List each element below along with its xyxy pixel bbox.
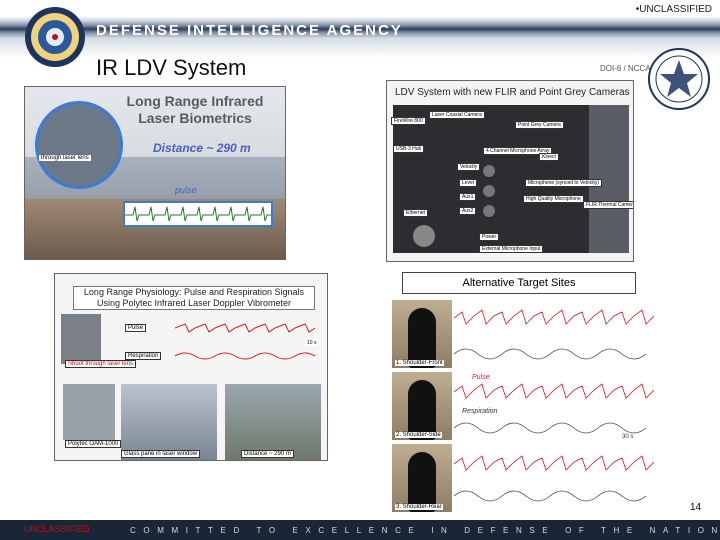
label-point-grey: Point Grey Camera — [515, 121, 564, 129]
label-power: Power — [479, 233, 500, 241]
photo-long-range-biometrics: Long Range Infrared Laser Biometrics Dis… — [24, 86, 286, 260]
agency-seal-icon — [25, 7, 85, 67]
polytec-device — [63, 384, 115, 440]
pulse-trace-c — [175, 323, 315, 333]
page-number: 14 — [690, 502, 702, 513]
pulse-waveform — [123, 201, 273, 227]
label-distance-c: Distance ~ 290 m — [241, 450, 294, 458]
label-hq-mic: High Quality Microphone — [523, 195, 584, 203]
label-glass: Glass pane in laser window — [121, 450, 201, 458]
label-pulse-d: Pulse — [472, 374, 490, 381]
figure-silhouette — [408, 308, 436, 368]
agency-name: DEFENSE INTELLIGENCE AGENCY — [96, 22, 403, 39]
photo-b-title: LDV System with new FLIR and Point Grey … — [395, 87, 630, 98]
alt-targets-title-box: Alternative Target Sites — [402, 272, 636, 294]
power-connector — [413, 225, 435, 247]
classification-marking-bottom: UNCLASSIFIED — [24, 524, 90, 534]
label-flir: FLIR Thermal Camera — [583, 201, 633, 209]
alt-target-signals — [454, 309, 654, 502]
label-laser-coaxial: Laser Coaxial Camera — [429, 111, 485, 119]
label-aux1: Aux1 — [459, 193, 477, 201]
classification-marking-top: •UNCLASSIFIED — [635, 4, 712, 15]
laser-lens-inset — [35, 101, 123, 189]
label-respiration-c: Respiration — [125, 352, 162, 360]
label-aux2: Aux2 — [459, 207, 477, 215]
alt-targets-title: Alternative Target Sites — [462, 277, 576, 289]
knob-level — [483, 185, 495, 197]
respiration-trace-c — [175, 352, 315, 360]
label-ethernet: Ethernet — [403, 209, 428, 217]
subject-photo — [61, 314, 101, 364]
label-kinect: Kinect — [539, 153, 559, 161]
label-fig3: 3. Shoulder-Rear — [395, 504, 443, 510]
photo-a-title: Long Range Infrared Laser Biometrics — [126, 93, 264, 126]
target-figure-side: 2. Shoulder-Side — [392, 372, 452, 440]
target-figure-rear: 3. Shoulder-Rear — [392, 444, 452, 512]
label-microphone-sync: Microphone (synced to Velocity) — [525, 179, 602, 187]
photo-alternative-targets: 1. Shoulder-Front 2. Shoulder-Side 3. Sh… — [392, 296, 656, 518]
photo-c-title: Long Range Physiology: Pulse and Respira… — [73, 286, 315, 310]
knob-aux1 — [483, 205, 495, 217]
pulse-label: pulse — [175, 185, 197, 195]
label-fig2: 2. Shoulder-Side — [395, 432, 442, 438]
photo-a-distance: Distance ~ 290 m — [153, 141, 251, 155]
label-level: Level — [459, 179, 477, 187]
photo-ldv-system: LDV System with new FLIR and Point Grey … — [386, 80, 634, 262]
label-velocity: Velocity — [457, 163, 481, 171]
footer-motto: COMMITTED TO EXCELLENCE IN DEFENSE OF TH… — [130, 526, 720, 535]
dept-seal-icon — [648, 48, 710, 110]
target-figure-front: 1. Shoulder-Front — [392, 300, 452, 368]
knob-velocity — [483, 165, 495, 177]
slide-title: IR LDV System — [96, 55, 247, 80]
label-scale-c: 10 s — [305, 340, 319, 346]
pulse-waveform-trace — [125, 206, 271, 222]
label-shoot-through: Shoot through laser lens — [65, 360, 137, 368]
photo-long-range-physiology: Long Range Physiology: Pulse and Respira… — [54, 273, 328, 461]
label-ext-mic: External Microphone Input — [479, 245, 544, 253]
label-firewire: FireWire 800 — [391, 117, 426, 125]
document-code: DOI-6 / NCCA — [600, 64, 651, 73]
label-polytec: Polytec OAM-1000 — [65, 440, 122, 448]
label-pulse-c: Pulse — [125, 324, 147, 332]
figure-silhouette — [408, 380, 436, 440]
label-fig1: 1. Shoulder-Front — [395, 360, 444, 366]
label-time-d: 30 s — [622, 434, 634, 440]
aerial-view-photo — [225, 384, 321, 460]
figure-silhouette — [408, 452, 436, 512]
label-usb-hub: USB-3 Hub — [393, 145, 425, 153]
label-respiration-d: Respiration — [462, 408, 498, 415]
inset-label: through laser lens — [39, 155, 91, 161]
window-view-photo — [121, 384, 217, 460]
